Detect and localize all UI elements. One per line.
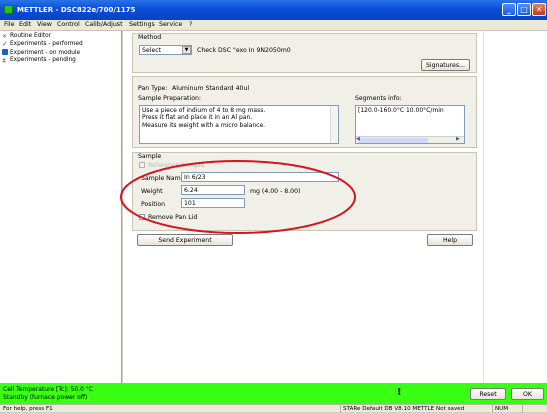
remove-pan-lid-label: Remove Pan Lid — [148, 214, 198, 221]
window-title: METTLER - DSC822e/700/1175 — [17, 6, 136, 14]
checkmark-icon: ✓ — [2, 40, 8, 48]
sample-name-input[interactable]: In 6/23 — [181, 172, 339, 182]
signatures-button[interactable]: Signatures... — [421, 59, 470, 71]
reference-sample-label: Reference Sample — [148, 162, 205, 169]
tree-item-routine-editor[interactable]: ✕ Routine Editor — [2, 33, 51, 41]
check-method-text: Check DSC "exo In 9N2050m0 — [197, 47, 291, 54]
module-icon — [2, 49, 8, 55]
menu-edit[interactable]: Edit — [19, 21, 31, 28]
menu-view[interactable]: View — [37, 21, 52, 28]
title-bar[interactable]: METTLER - DSC822e/700/1175 _ □ ✕ — [0, 0, 547, 20]
preparation-scrollbar[interactable] — [330, 106, 338, 143]
help-button[interactable]: Help — [427, 234, 473, 246]
weight-label: Weight — [141, 188, 163, 195]
ok-button[interactable]: OK — [511, 388, 544, 400]
pan-type-value: Aluminum Standard 40ul — [172, 85, 250, 92]
menu-control[interactable]: Control — [57, 21, 80, 28]
experiment-window: Method Select ▼ Check DSC "exo In 9N2050… — [123, 31, 547, 383]
tree-item-experiments-pending[interactable]: ⧗ Experiments - pending — [2, 57, 76, 65]
menu-service[interactable]: Service — [159, 21, 182, 28]
menu-help[interactable]: ? — [189, 21, 192, 28]
weight-input[interactable]: 6.24 — [181, 185, 245, 195]
remove-pan-lid-checkbox[interactable] — [139, 214, 145, 220]
warning-icon: ! — [397, 387, 402, 398]
chevron-left-icon[interactable]: ◀ — [356, 136, 360, 142]
hourglass-icon: ⧗ — [2, 57, 7, 64]
maximize-button[interactable]: □ — [517, 3, 531, 16]
sample-preparation-text[interactable]: Use a piece of indium of 4 to 8 mg mass.… — [139, 105, 339, 144]
sample-group-label: Sample — [138, 153, 162, 160]
segments-horizontal-scrollbar[interactable]: ◀ ▶ — [356, 136, 464, 143]
position-label: Position — [141, 201, 166, 208]
method-group-label: Method — [138, 34, 162, 41]
menu-calib-adjust[interactable]: Calib/Adjust — [85, 21, 123, 28]
tree-item-experiment-on-module[interactable]: Experiment - on module — [2, 49, 80, 57]
tree-item-experiments-performed[interactable]: ✓ Experiments - performed — [2, 41, 83, 49]
reference-sample-checkbox[interactable] — [139, 162, 145, 168]
reset-button[interactable]: Reset — [470, 388, 506, 400]
chevron-right-icon[interactable]: ▶ — [456, 136, 460, 142]
sample-preparation-label: Sample Preparation: — [138, 95, 201, 102]
navigation-tree: ✕ Routine Editor ✓ Experiments - performed… — [0, 31, 122, 383]
minimize-button[interactable]: _ — [502, 3, 516, 16]
standby-status-text: Standby (furnace power off) — [3, 394, 88, 401]
scrollbar-thumb[interactable] — [358, 138, 428, 143]
weight-unit-range: mg (4.00 - 8.00) — [250, 188, 301, 195]
sample-name-label: Sample Name — [141, 175, 185, 182]
pan-type-label: Pan Type: — [138, 85, 168, 92]
status-bar: For help, press F1 STARe Default DB V8.1… — [0, 404, 547, 413]
app-icon — [4, 5, 13, 14]
menu-bar: File Edit View Control Calib/Adjust Sett… — [0, 20, 547, 31]
segments-info-label: Segments info: — [355, 95, 402, 102]
position-input[interactable]: 101 — [181, 198, 245, 208]
cell-temperature-text: Cell Temperature [Tc]: 50.0 °C — [3, 386, 94, 393]
chevron-down-icon[interactable]: ▼ — [182, 46, 191, 54]
send-experiment-button[interactable]: Send Experiment — [137, 234, 233, 246]
instrument-status-bar: Cell Temperature [Tc]: 50.0 °C Standby (… — [0, 383, 547, 404]
menu-file[interactable]: File — [4, 21, 15, 28]
close-button[interactable]: ✕ — [532, 3, 546, 16]
panel-divider — [483, 31, 484, 383]
menu-settings[interactable]: Settings — [129, 21, 155, 28]
